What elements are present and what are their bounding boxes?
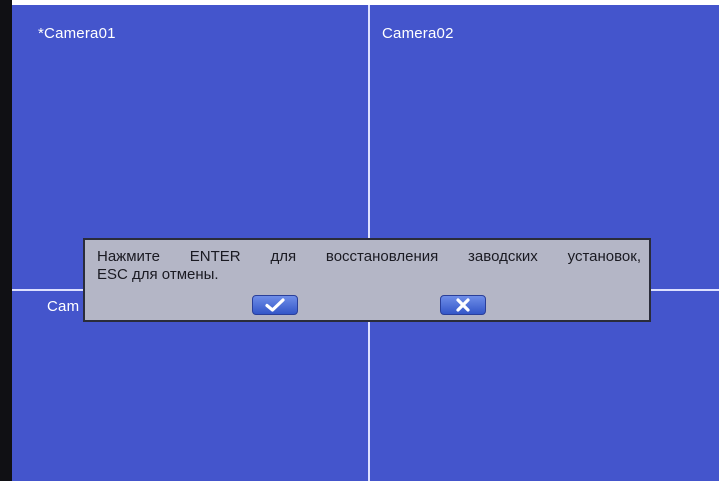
confirm-button[interactable] [252, 295, 298, 315]
camera-label-1: *Camera01 [38, 25, 116, 42]
screen-bezel [0, 0, 12, 481]
camera-label-2: Camera02 [382, 25, 454, 42]
checkmark-icon [265, 298, 285, 312]
camera-label-3: Cam [47, 298, 80, 315]
dialog-message-line-2: ESC для отмены. [97, 266, 219, 283]
dialog-message-line-1: Нажмите ENTER для восстановления заводск… [97, 248, 641, 265]
x-icon [456, 298, 470, 312]
factory-reset-dialog: Нажмите ENTER для восстановления заводск… [83, 238, 651, 322]
cancel-button[interactable] [440, 295, 486, 315]
dvr-screen: *Camera01 Camera02 Cam Нажмите ENTER для… [0, 0, 719, 481]
dialog-message: Нажмите ENTER для восстановления заводск… [97, 248, 641, 284]
